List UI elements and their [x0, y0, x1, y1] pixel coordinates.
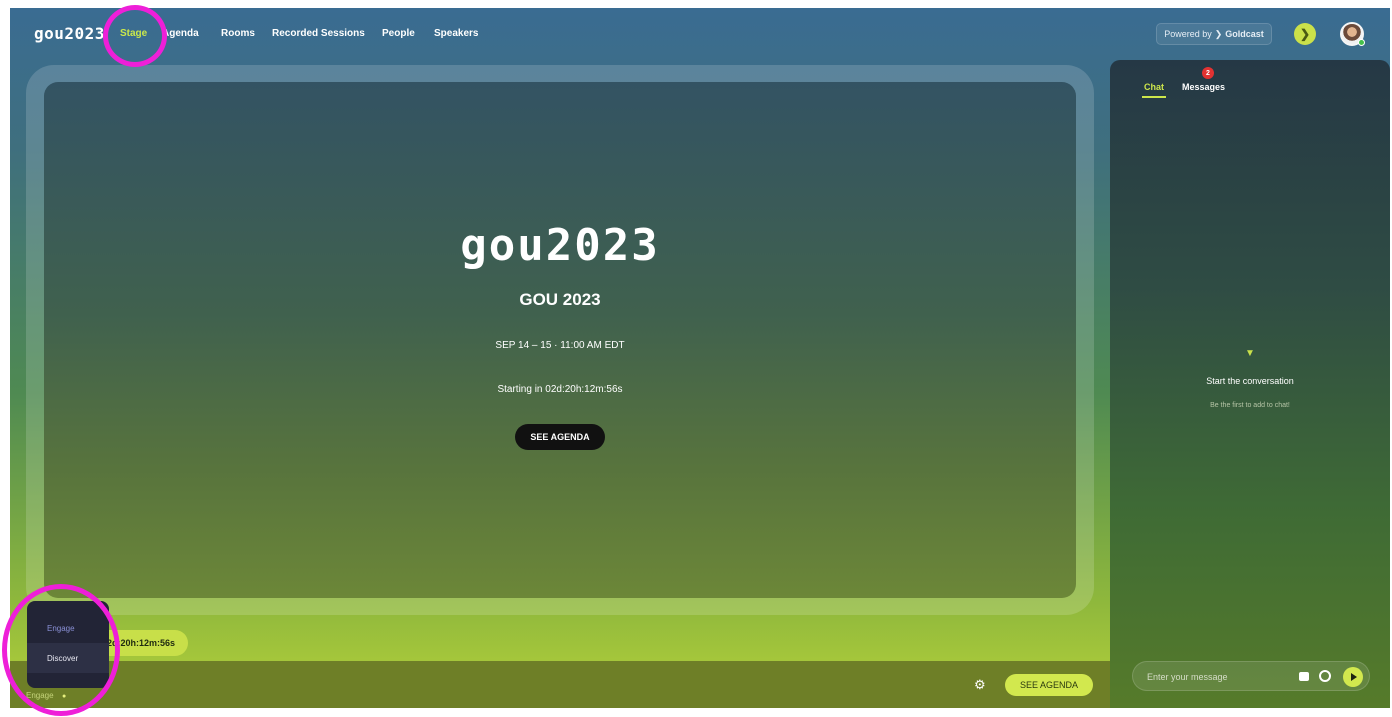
- chat-empty-subtitle: Be the first to add to chat!: [1210, 402, 1290, 409]
- gear-icon[interactable]: ⚙: [974, 677, 986, 693]
- goldcast-button[interactable]: ❯: [1294, 23, 1316, 45]
- engage-popup-menu: Engage Discover: [27, 601, 109, 688]
- nav-people[interactable]: People: [382, 28, 415, 39]
- powered-by-badge[interactable]: Powered by ❯ Goldcast: [1156, 23, 1272, 45]
- nav-recorded-sessions[interactable]: Recorded Sessions: [272, 28, 365, 39]
- goldcast-logo-icon: ❯: [1214, 28, 1223, 39]
- stage-card: gou2023 GOU 2023 SEP 14 – 15 · 11:00 AM …: [44, 82, 1076, 598]
- nav-stage[interactable]: Stage: [120, 28, 147, 39]
- app-window: gou2023 Stage Agenda Rooms Recorded Sess…: [10, 8, 1390, 708]
- powered-by-brand: Goldcast: [1225, 29, 1264, 39]
- event-logo[interactable]: gou2023: [34, 24, 105, 43]
- engage-chevron-icon: ●: [62, 693, 67, 700]
- messages-count-badge: 2: [1202, 67, 1214, 79]
- top-nav: gou2023 Stage Agenda Rooms Recorded Sess…: [10, 8, 1390, 60]
- event-countdown: Starting in 02d:20h:12m:56s: [497, 384, 623, 395]
- nav-speakers[interactable]: Speakers: [434, 28, 478, 39]
- menu-item-engage[interactable]: Engage: [27, 613, 109, 643]
- send-button[interactable]: [1343, 667, 1363, 687]
- bottom-see-agenda-button[interactable]: SEE AGENDA: [1005, 674, 1093, 696]
- see-agenda-button[interactable]: SEE AGENDA: [515, 424, 605, 450]
- tab-messages[interactable]: Messages: [1182, 82, 1225, 92]
- bottom-bar: Engage ● ⚙ SEE AGENDA: [10, 661, 1110, 708]
- tab-chat[interactable]: Chat: [1142, 82, 1166, 98]
- nav-rooms[interactable]: Rooms: [221, 28, 255, 39]
- chat-empty-title: Start the conversation: [1206, 376, 1294, 386]
- menu-item-discover[interactable]: Discover: [27, 643, 109, 673]
- chat-empty-icon: ▼: [1245, 348, 1255, 359]
- event-title: GOU 2023: [519, 290, 601, 309]
- engage-toggle[interactable]: Engage: [26, 691, 54, 700]
- emoji-icon[interactable]: [1319, 670, 1331, 682]
- event-date: SEP 14 – 15 · 11:00 AM EDT: [495, 340, 625, 351]
- chat-message-input[interactable]: [1147, 669, 1287, 685]
- hero-logo: gou2023: [460, 220, 660, 271]
- gif-icon[interactable]: [1299, 672, 1309, 681]
- chat-input-box: [1132, 661, 1370, 691]
- goldcast-icon: ❯: [1299, 27, 1311, 41]
- nav-agenda[interactable]: Agenda: [162, 28, 199, 39]
- online-status-dot: [1358, 39, 1365, 46]
- powered-by-text: Powered by: [1164, 29, 1212, 39]
- chat-panel: Chat Messages 2 ▼ Start the conversation…: [1110, 60, 1390, 708]
